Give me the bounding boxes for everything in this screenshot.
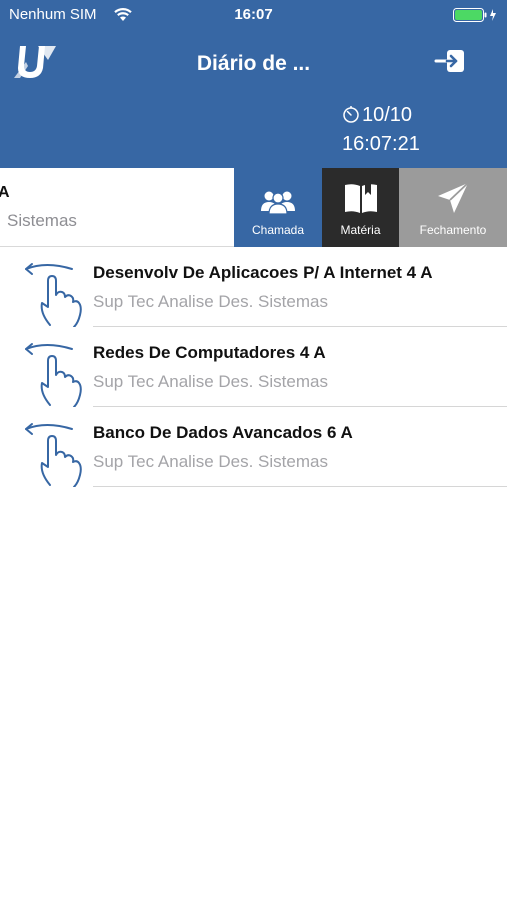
subject-course: Sup Tec Analise Des. Sistemas <box>93 452 328 471</box>
list-item[interactable]: Banco De Dados Avancados 6 A Sup Tec Ana… <box>0 407 507 487</box>
row-divider <box>93 486 507 487</box>
status-bar: Nenhum SIM 16:07 <box>0 0 507 32</box>
subject-course: Sup Tec Analise Des. Sistemas <box>93 372 328 391</box>
tab-fechamento-label: Fechamento <box>419 223 487 237</box>
tab-chamada[interactable]: Chamada <box>234 168 322 247</box>
book-icon <box>344 183 377 213</box>
app-header: Nenhum SIM 16:07 Diário de ... 10/10 16:… <box>0 0 507 168</box>
subject-title: Redes De Computadores 4 A <box>93 343 326 362</box>
nav-title: Diário de ... <box>196 52 311 75</box>
list-item[interactable]: Redes De Computadores 4 A Sup Tec Analis… <box>0 327 507 407</box>
list-item[interactable]: Desenvolv De Aplicacoes P/ A Internet 4 … <box>0 247 507 327</box>
clock-time: 16:07:21 <box>342 133 420 155</box>
people-icon <box>261 191 295 215</box>
logout-icon[interactable] <box>434 46 468 76</box>
subject-title: Banco De Dados Avancados 6 A <box>93 423 353 442</box>
status-time: 16:07 <box>234 6 273 23</box>
tab-materia-label: Matéria <box>340 223 381 237</box>
clock-area: 10/10 16:07:21 <box>342 104 420 156</box>
timer-icon <box>343 105 359 123</box>
class-course: Sistemas <box>7 211 77 230</box>
subject-list: Desenvolv De Aplicacoes P/ A Internet 4 … <box>0 247 507 487</box>
subject-course: Sup Tec Analise Des. Sistemas <box>93 292 328 311</box>
swipe-left-hand-icon <box>25 423 82 487</box>
subject-title: Desenvolv De Aplicacoes P/ A Internet 4 … <box>93 263 433 282</box>
swipe-left-hand-icon <box>25 263 82 327</box>
clock-date: 10/10 <box>362 104 413 126</box>
send-icon <box>438 182 469 213</box>
swipe-left-hand-icon <box>25 343 82 407</box>
battery-icon <box>453 8 496 22</box>
tab-materia[interactable]: Matéria <box>322 168 399 247</box>
class-title: A <box>0 184 10 201</box>
tab-chamada-label: Chamada <box>251 223 305 237</box>
tab-fechamento[interactable]: Fechamento <box>399 168 507 247</box>
